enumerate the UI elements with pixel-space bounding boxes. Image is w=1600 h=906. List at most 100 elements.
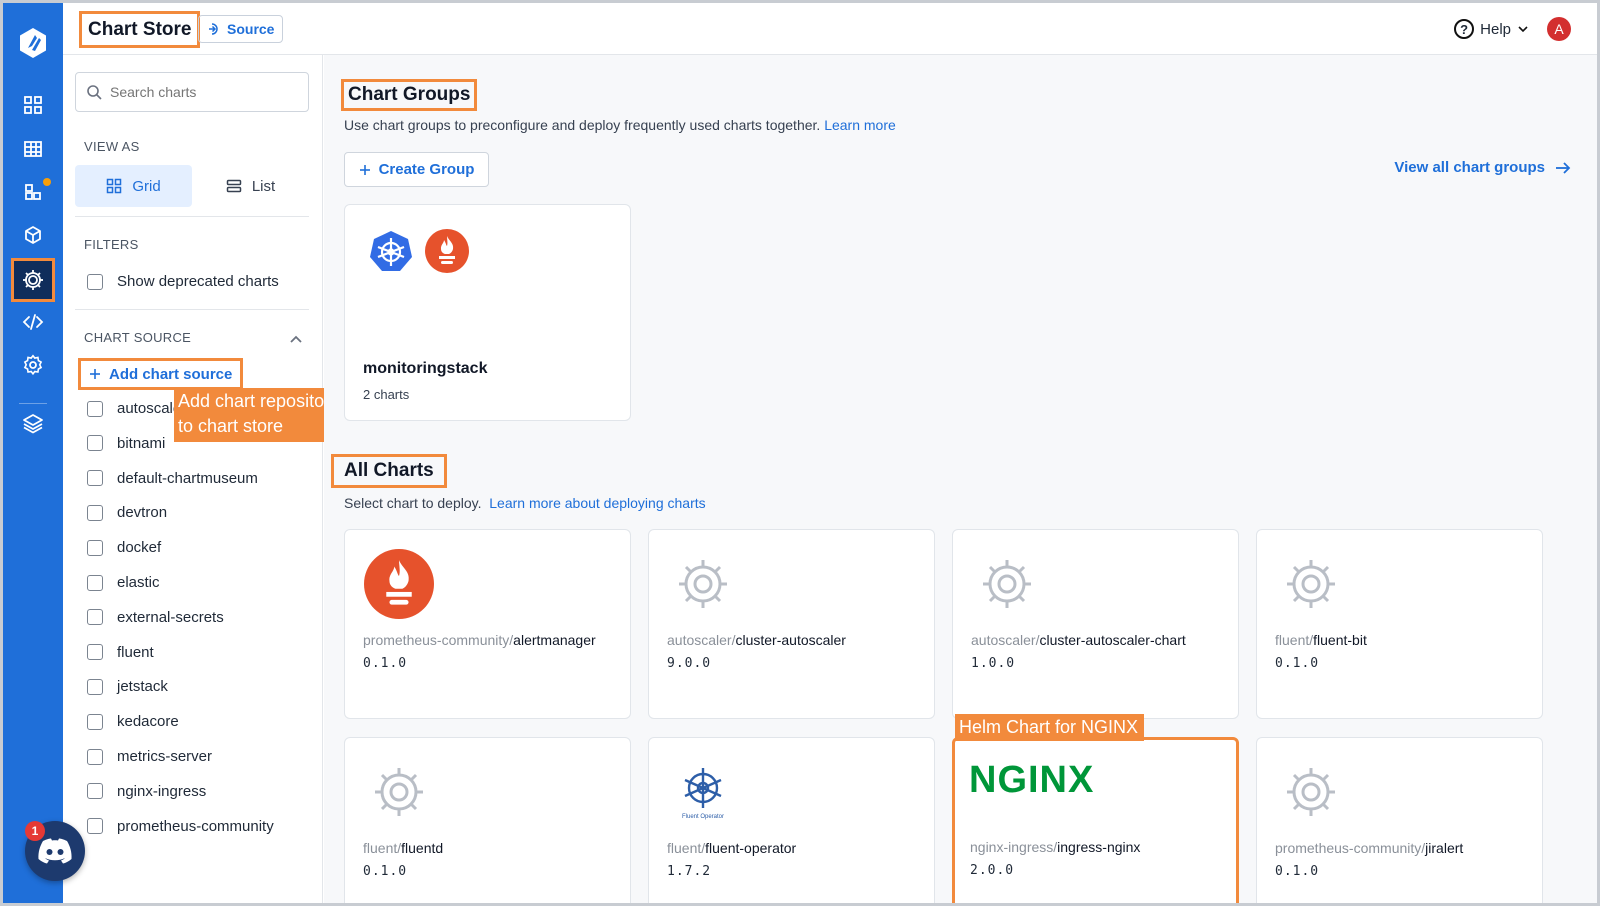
notification-dot — [43, 178, 51, 186]
chart-source-label: devtron — [117, 504, 168, 522]
list-icon — [226, 179, 242, 193]
checkbox[interactable] — [87, 783, 103, 800]
all-charts-description-text: Select chart to deploy. — [344, 495, 482, 511]
nav-code-icon[interactable] — [11, 302, 55, 342]
chart-source-item[interactable]: dockef — [87, 539, 161, 556]
chart-name: fluent/fluent-operator — [667, 840, 796, 856]
view-grid-label: Grid — [132, 177, 161, 195]
chart-card[interactable]: autoscaler/cluster-autoscaler 9.0.0 — [648, 529, 935, 719]
chart-source-label: external-secrets — [117, 608, 224, 626]
create-group-button[interactable]: Create Group — [344, 152, 489, 187]
nav-cube-icon[interactable] — [11, 215, 55, 255]
nav-settings-icon[interactable] — [11, 345, 55, 385]
create-group-label: Create Group — [378, 161, 475, 178]
view-list-button[interactable]: List — [192, 165, 309, 207]
chart-card[interactable]: fluent/fluent-bit 0.1.0 — [1256, 529, 1543, 719]
checkbox[interactable] — [87, 470, 103, 487]
view-all-label: View all chart groups — [1394, 159, 1545, 176]
chart-name: prometheus-community/jiralert — [1275, 840, 1463, 856]
discord-notification-badge: 1 — [25, 821, 45, 841]
nav-overview-icon[interactable] — [11, 85, 55, 125]
nav-chart-store-icon[interactable] — [11, 258, 55, 302]
learn-more-link[interactable]: Learn more — [824, 117, 896, 133]
search-icon — [87, 85, 102, 100]
chevron-down-icon — [1518, 26, 1528, 33]
checkbox[interactable] — [87, 539, 103, 556]
divider — [75, 216, 309, 217]
chart-source-label: nginx-ingress — [117, 782, 207, 800]
chart-source-item[interactable]: external-secrets — [87, 609, 224, 626]
learn-more-deploying-link[interactable]: Learn more about deploying charts — [489, 495, 705, 511]
checkbox[interactable] — [87, 713, 103, 730]
chart-source-item[interactable]: prometheus-community — [87, 818, 274, 835]
chart-source-item[interactable]: elastic — [87, 574, 160, 591]
chevron-up-icon[interactable] — [289, 333, 303, 347]
callout-line: to chart store — [178, 416, 284, 436]
chart-repo: fluent — [667, 840, 702, 856]
devtron-logo-icon[interactable] — [15, 25, 51, 61]
chart-source-label: metrics-server — [117, 748, 213, 765]
page-title: Chart Store — [79, 11, 201, 48]
app-window: Chart Store Source ? Help A VIEW AS Grid… — [3, 3, 1597, 903]
checkbox[interactable] — [87, 644, 103, 661]
checkbox[interactable] — [87, 435, 103, 452]
chart-version: 0.1.0 — [363, 656, 408, 671]
kubernetes-icon — [370, 231, 412, 271]
checkbox[interactable] — [87, 678, 103, 695]
fluent-operator-icon: Fluent Operator — [667, 756, 739, 828]
chart-groups-title: Chart Groups — [341, 79, 478, 111]
group-chart-count: 2 charts — [363, 387, 410, 402]
discord-icon — [38, 838, 72, 864]
search-input[interactable] — [110, 84, 300, 100]
chart-name: autoscaler/cluster-autoscaler-chart — [971, 632, 1186, 648]
chart-card[interactable]: autoscaler/cluster-autoscaler-chart 1.0.0 — [952, 529, 1239, 719]
checkbox[interactable] — [87, 504, 103, 521]
chart-card[interactable]: prometheus-community/jiralert 0.1.0 — [1256, 737, 1543, 903]
show-deprecated-label: Show deprecated charts — [117, 273, 279, 290]
nav-apps-icon[interactable] — [11, 172, 55, 212]
chart-card[interactable]: fluent/fluentd 0.1.0 — [344, 737, 631, 903]
nav-applications-icon[interactable] — [11, 129, 55, 169]
checkbox[interactable] — [87, 748, 103, 765]
chart-source-item[interactable]: default-chartmuseum — [87, 470, 258, 487]
add-chart-source-button[interactable]: Add chart source — [78, 358, 244, 390]
chart-group-card[interactable]: monitoringstack 2 charts — [344, 204, 631, 421]
chart-name: prometheus-community/alertmanager — [363, 632, 596, 648]
chart-card[interactable]: prometheus-community/alertmanager 0.1.0 — [344, 529, 631, 719]
chart-source-label: prometheus-community — [117, 817, 274, 835]
checkbox[interactable] — [87, 818, 103, 835]
view-grid-button[interactable]: Grid — [75, 165, 192, 207]
chart-source-label: bitnami — [117, 434, 166, 452]
chart-source-item[interactable]: nginx-ingress — [87, 783, 206, 800]
chart-card[interactable]: Fluent Operator fluent/fluent-operator 1.7… — [648, 737, 935, 903]
chart-source-item[interactable]: jetstack — [87, 678, 168, 695]
show-deprecated-checkbox[interactable]: Show deprecated charts — [87, 273, 279, 290]
chart-source-item[interactable]: autoscaler — [87, 400, 186, 417]
source-button[interactable]: Source — [198, 15, 284, 43]
top-header: Chart Store Source ? Help A — [63, 3, 1597, 55]
checkbox[interactable] — [87, 400, 103, 417]
checkbox[interactable] — [87, 574, 103, 591]
view-all-chart-groups-link[interactable]: View all chart groups — [1394, 159, 1571, 176]
chart-source-item[interactable]: kedacore — [87, 713, 179, 730]
chart-name: autoscaler/cluster-autoscaler — [667, 632, 846, 648]
chart-name: nginx-ingress/ingress-nginx — [970, 839, 1140, 855]
chart-source-item[interactable]: bitnami — [87, 435, 165, 452]
chart-version: 0.1.0 — [1275, 656, 1320, 671]
helm-default-icon — [1275, 756, 1347, 828]
chart-card[interactable]: NGINX nginx-ingress/ingress-nginx 2.0.0 — [952, 737, 1239, 903]
nav-stack-icon[interactable] — [11, 403, 55, 443]
nginx-callout: Helm Chart for NGINX — [955, 714, 1145, 741]
avatar[interactable]: A — [1547, 17, 1571, 41]
search-box[interactable] — [75, 72, 309, 112]
chart-source-item[interactable]: devtron — [87, 504, 167, 521]
checkbox[interactable] — [87, 273, 103, 290]
chart-source-item[interactable]: fluent — [87, 644, 154, 661]
chart-source-label: kedacore — [117, 713, 179, 731]
all-charts-description: Select chart to deploy. Learn more about… — [344, 495, 706, 511]
help-menu[interactable]: ? Help — [1454, 19, 1529, 39]
chart-source-item[interactable]: metrics-server — [87, 748, 212, 765]
chart-version: 0.1.0 — [363, 864, 408, 879]
checkbox[interactable] — [87, 609, 103, 626]
chart-repo: nginx-ingress — [970, 839, 1054, 855]
